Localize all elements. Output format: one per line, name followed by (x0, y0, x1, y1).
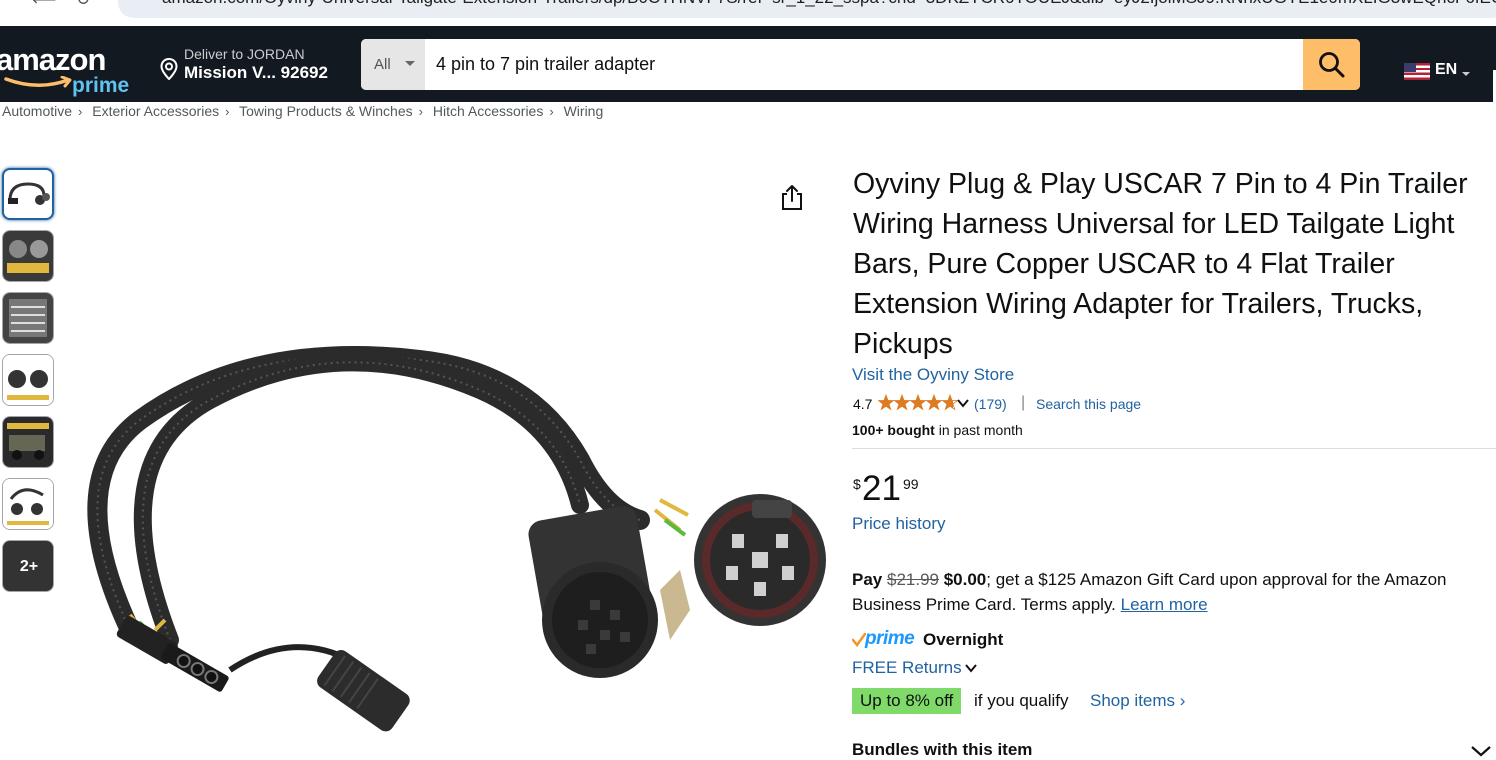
search-button[interactable] (1303, 39, 1360, 90)
price-whole: 21 (862, 469, 901, 508)
search-input[interactable]: 4 pin to 7 pin trailer adapter (425, 39, 1303, 90)
caret-down-icon (1462, 72, 1470, 76)
offer-pay: Pay (852, 570, 887, 589)
offer-old-price: $21.99 (886, 570, 939, 589)
thumbnail-more[interactable]: 2+ (2, 540, 54, 592)
bought-count-rest: in past month (934, 422, 1023, 438)
search-category-label: All (374, 56, 391, 73)
caret-down-icon (405, 61, 415, 66)
rating-value: 4.7 (853, 396, 873, 412)
price-symbol: $ (853, 476, 861, 492)
product-main-image[interactable] (60, 160, 832, 760)
chevron-down-icon (965, 664, 977, 673)
bundles-heading[interactable]: Bundles with this item (852, 740, 1032, 760)
prime-check-icon (852, 633, 866, 647)
divider-bar: | (1021, 394, 1026, 411)
promo-text: if you qualify (974, 691, 1069, 710)
share-icon[interactable] (779, 184, 805, 212)
thumbnail[interactable] (2, 168, 54, 220)
price-history-link[interactable]: Price history (852, 514, 946, 534)
breadcrumb-item[interactable]: Automotive (2, 103, 72, 119)
language-label: EN (1435, 61, 1458, 78)
search-icon (1319, 52, 1345, 78)
back-icon[interactable]: ⟵ (32, 0, 56, 10)
store-link[interactable]: Visit the Oyviny Store (852, 365, 1014, 385)
url-field[interactable]: amazon.com/Oyviny-Universal-Tailgate-Ext… (118, 0, 1496, 18)
star-rating-icon[interactable] (878, 394, 958, 412)
promo-badge: Up to 8% off (852, 688, 962, 714)
breadcrumb-item[interactable]: Hitch Accessories (433, 103, 543, 119)
more-images-count: 2+ (3, 541, 53, 591)
search-category-dropdown[interactable]: All (361, 39, 425, 90)
learn-more-link[interactable]: Learn more (1121, 595, 1208, 614)
card-offer: Pay $21.99 $0.00; get a $125 Amazon Gift… (852, 567, 1492, 617)
thumbnail[interactable] (2, 354, 54, 406)
free-returns[interactable]: FREE Returns (852, 658, 977, 678)
search-bar: All 4 pin to 7 pin trailer adapter (361, 39, 1360, 90)
amazon-prime-logo[interactable]: amazon prime (0, 40, 140, 97)
logo-smile-icon (4, 76, 72, 88)
thumbnail[interactable] (2, 416, 54, 468)
thumbnail[interactable] (2, 230, 54, 282)
price-fraction: 99 (903, 476, 919, 492)
chevron-down-icon[interactable] (956, 397, 970, 409)
logo-word: amazon (0, 42, 106, 77)
rating-count-link[interactable]: (179) (974, 396, 1007, 412)
deliver-location: Mission V... 92692 (184, 63, 328, 82)
breadcrumb-item[interactable]: Wiring (564, 103, 604, 119)
section-divider (852, 448, 1496, 449)
offer-new-price: $0.00 (943, 570, 987, 589)
delivery-speed: Overnight (923, 630, 1004, 649)
shop-items-link[interactable]: Shop items › (1090, 691, 1185, 711)
browser-address-bar: ⟵ ↻ amazon.com/Oyviny-Universal-Tailgate… (0, 0, 1496, 26)
thumbnail[interactable] (2, 478, 54, 530)
thumbnail[interactable] (2, 292, 54, 344)
location-pin-icon (160, 58, 178, 80)
breadcrumb-item[interactable]: Towing Products & Winches (239, 103, 413, 119)
breadcrumb-item[interactable]: Exterior Accessories (92, 103, 219, 119)
free-returns-label: FREE Returns (852, 658, 962, 677)
chevron-down-icon[interactable] (1470, 744, 1492, 758)
bought-count-bold: 100+ bought (852, 422, 935, 438)
logo-prime: prime (72, 74, 130, 97)
product-title: Oyviny Plug & Play USCAR 7 Pin to 4 Pin … (853, 168, 1468, 360)
bought-count: 100+ bought in past month (852, 422, 1023, 438)
reload-icon[interactable]: ↻ (76, 0, 90, 10)
search-this-page-link[interactable]: Search this page (1036, 396, 1141, 412)
deliver-label: Deliver to JORDAN (184, 46, 305, 62)
top-nav-bar: amazon prime Deliver to JORDAN Mission V… (0, 26, 1496, 110)
prime-wordmark: prime (865, 628, 915, 649)
breadcrumb: Automotive › Exterior Accessories › Towing… (2, 103, 604, 119)
us-flag-icon (1404, 63, 1430, 80)
